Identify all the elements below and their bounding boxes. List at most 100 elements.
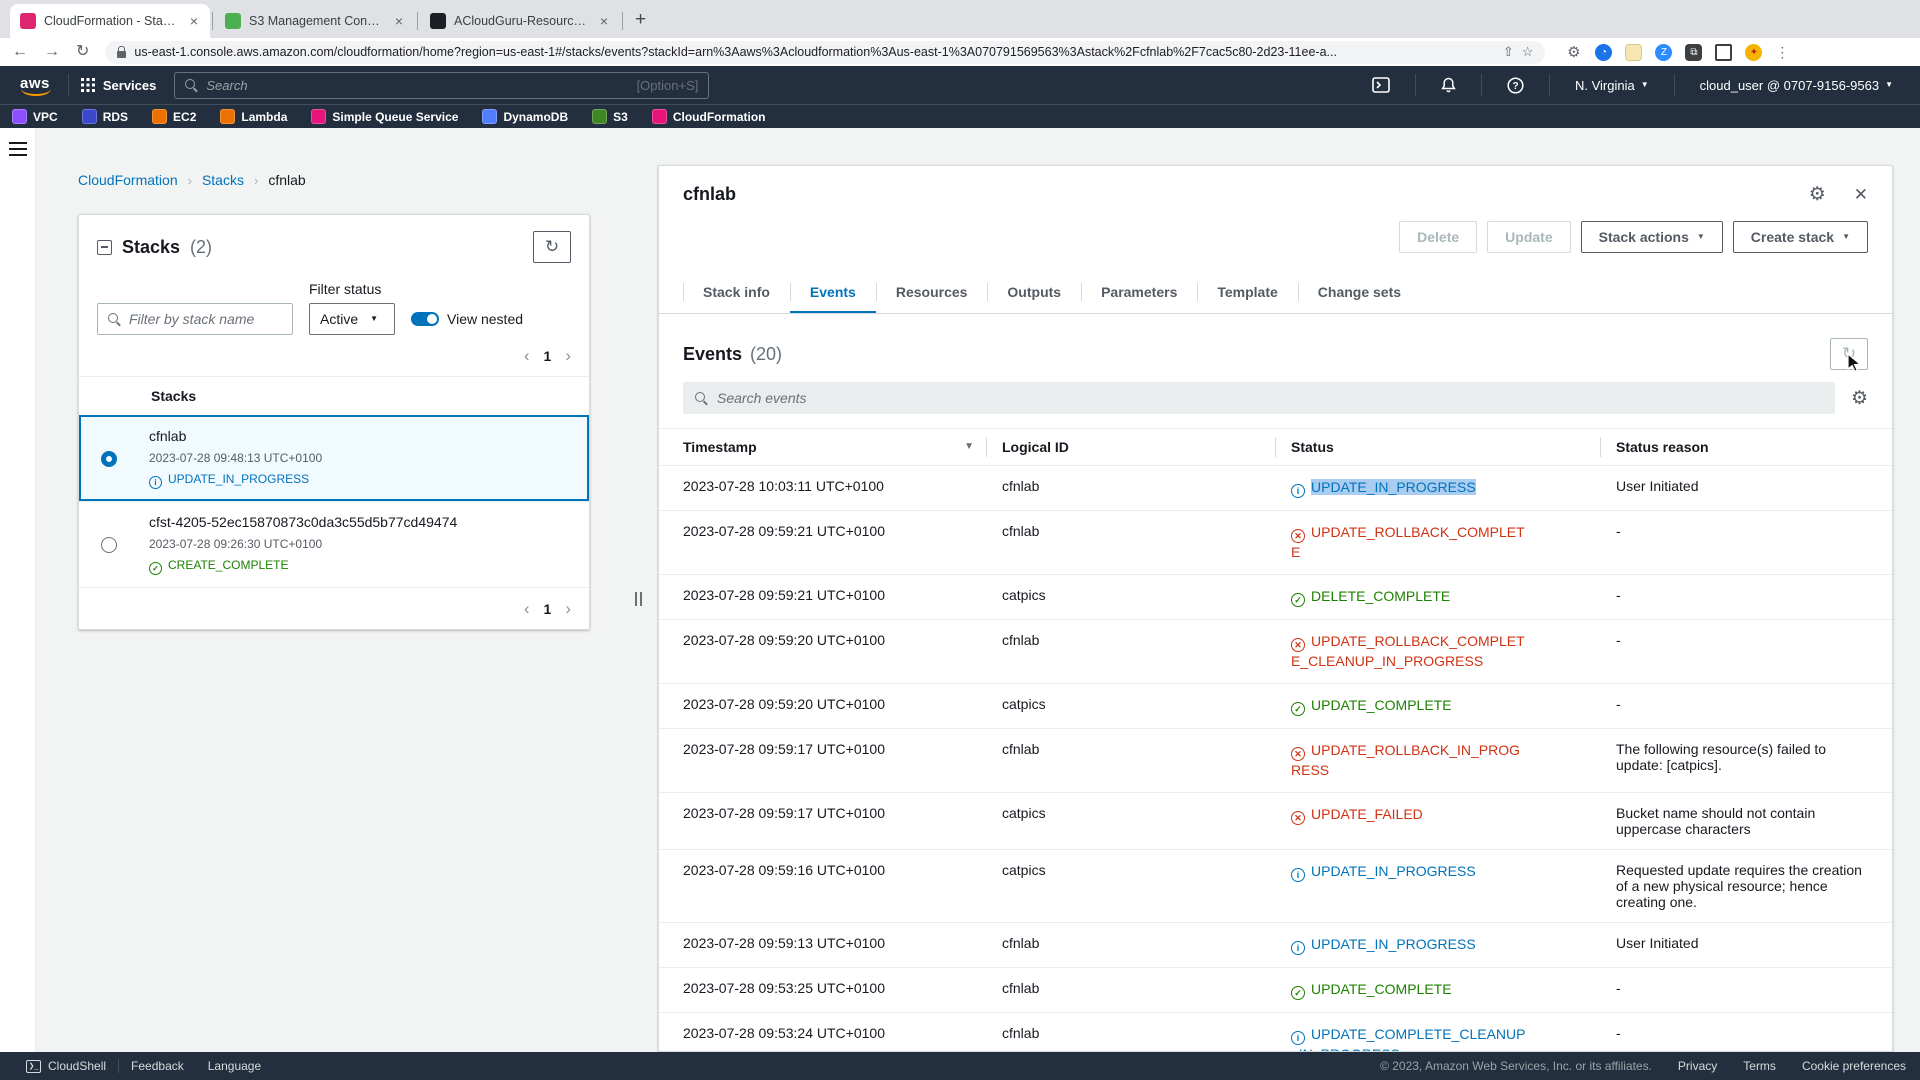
close-icon[interactable]: ✕ <box>1854 185 1868 205</box>
column-header-status-reason[interactable]: Status reason <box>1600 429 1892 465</box>
event-status-link[interactable]: UPDATE_ROLLBACK_IN_PROGRESS <box>1291 742 1520 778</box>
event-status-link[interactable]: UPDATE_COMPLETE <box>1311 697 1452 713</box>
stack-name[interactable]: cfnlab <box>149 428 322 444</box>
favorite-shortcut[interactable]: CloudFormation <box>651 109 765 124</box>
tab[interactable]: Stack info <box>683 273 790 313</box>
service-icon <box>12 109 27 124</box>
stacks-count: (2) <box>190 236 213 257</box>
settings-extension-icon[interactable]: ⚙ <box>1565 44 1582 61</box>
browser-tab[interactable]: S3 Management Console × <box>215 4 415 38</box>
tab[interactable]: Change sets <box>1297 273 1421 313</box>
footer-privacy[interactable]: Privacy <box>1678 1059 1717 1073</box>
help-icon[interactable]: ? <box>1494 76 1537 94</box>
favorite-shortcut[interactable]: DynamoDB <box>482 109 568 124</box>
browser-tab[interactable]: ACloudGuru-Resources/Cours... × <box>420 4 620 38</box>
event-status-link[interactable]: UPDATE_ROLLBACK_COMPLETE <box>1291 524 1525 560</box>
tab-close-icon[interactable]: × <box>188 13 200 29</box>
window-extension-icon[interactable] <box>1715 43 1733 61</box>
stack-filter-input[interactable]: Filter by stack name <box>97 303 293 335</box>
tab[interactable]: Outputs <box>987 273 1081 313</box>
stack-radio[interactable] <box>101 536 117 553</box>
reload-icon[interactable]: ↻ <box>76 44 89 60</box>
event-status-link[interactable]: UPDATE_IN_PROGRESS <box>1311 936 1476 952</box>
blue-circle-extension-icon[interactable]: ◔ <box>1595 43 1613 61</box>
event-status-link[interactable]: DELETE_COMPLETE <box>1311 588 1450 604</box>
favorite-shortcut[interactable]: RDS <box>81 109 128 124</box>
stacks-refresh-button[interactable]: ↻ <box>533 231 571 263</box>
prev-page-icon[interactable]: ‹ <box>524 600 530 617</box>
share-icon[interactable]: ⇧ <box>1503 44 1514 60</box>
stack-list-item[interactable]: cfnlab 2023-07-28 09:48:13 UTC+0100 UPDA… <box>79 415 589 501</box>
browser-tab[interactable]: CloudFormation - Stack cfnlab × <box>10 4 210 38</box>
back-icon[interactable]: ← <box>12 44 28 60</box>
event-status-link[interactable]: UPDATE_IN_PROGRESS <box>1311 479 1476 495</box>
tab[interactable]: Resources <box>875 273 988 313</box>
favorite-shortcut[interactable]: Simple Queue Service <box>311 109 458 124</box>
favorite-shortcut[interactable]: EC2 <box>152 109 196 124</box>
tab[interactable]: Parameters <box>1081 273 1197 313</box>
create-stack-button[interactable]: Create stack ▼ <box>1732 221 1868 253</box>
column-header-timestamp[interactable]: Timestamp ▼ <box>659 429 986 465</box>
event-status-link[interactable]: UPDATE_COMPLETE_CLEANUP_IN_PROGRESS <box>1291 1026 1525 1051</box>
panel-settings-gear-icon[interactable]: ⚙ <box>1809 185 1826 205</box>
stack-radio[interactable] <box>101 450 117 467</box>
region-selector[interactable]: N. Virginia ▼ <box>1562 78 1662 93</box>
breadcrumb-link[interactable]: Stacks <box>202 172 244 188</box>
split-divider[interactable] <box>624 128 658 1052</box>
stack-actions-button[interactable]: Stack actions ▼ <box>1580 221 1723 253</box>
puzzle-extension-icon[interactable]: ⧉ <box>1685 43 1703 61</box>
browser-menu-icon[interactable]: ⋮ <box>1775 45 1789 59</box>
hamburger-menu-icon[interactable] <box>8 142 27 1052</box>
page-number[interactable]: 1 <box>544 348 552 364</box>
tab[interactable]: Events <box>789 273 876 313</box>
cloudshell-icon[interactable] <box>1359 77 1403 93</box>
view-nested-toggle[interactable] <box>411 312 439 326</box>
bookmark-star-icon[interactable]: ☆ <box>1522 44 1534 60</box>
delete-button[interactable]: Delete <box>1399 221 1478 253</box>
event-status-link[interactable]: UPDATE_IN_PROGRESS <box>1311 863 1476 879</box>
footer-cloudshell[interactable]: ❯_ CloudShell <box>14 1059 118 1073</box>
sort-filter-icon[interactable]: ▼ <box>964 441 974 452</box>
zoom-extension-icon[interactable]: Z <box>1655 43 1673 61</box>
tab[interactable]: Template <box>1197 273 1297 313</box>
footer-feedback[interactable]: Feedback <box>119 1059 196 1073</box>
next-page-icon[interactable]: › <box>565 347 571 364</box>
stack-list-item[interactable]: cfst-4205-52ec15870873c0da3c55d5b77cd494… <box>79 501 589 587</box>
event-status-link[interactable]: UPDATE_COMPLETE <box>1311 981 1452 997</box>
services-menu[interactable]: Services <box>80 78 156 93</box>
footer-terms[interactable]: Terms <box>1743 1059 1776 1073</box>
forward-icon[interactable]: → <box>44 44 60 60</box>
page-number[interactable]: 1 <box>544 601 552 617</box>
new-tab-button[interactable]: + <box>635 9 646 31</box>
event-row: 2023-07-28 09:59:20 UTC+0100 catpics UPD… <box>659 684 1892 730</box>
events-refresh-button[interactable]: ↻ <box>1830 338 1868 373</box>
footer-cookie-preferences[interactable]: Cookie preferences <box>1802 1059 1906 1073</box>
column-header-logical-id[interactable]: Logical ID <box>986 429 1275 465</box>
breadcrumb-link[interactable]: CloudFormation <box>78 172 178 188</box>
next-page-icon[interactable]: › <box>565 600 571 617</box>
event-status-link[interactable]: UPDATE_ROLLBACK_COMPLETE_CLEANUP_IN_PROG… <box>1291 633 1525 669</box>
address-bar[interactable]: us-east-1.console.aws.amazon.com/cloudfo… <box>105 40 1546 64</box>
filter-status-select[interactable]: Active ▼ <box>309 303 395 335</box>
notifications-bell-icon[interactable] <box>1428 77 1469 93</box>
tab-close-icon[interactable]: × <box>598 13 610 29</box>
tab-close-icon[interactable]: × <box>393 13 405 29</box>
console-search-input[interactable]: Search [Option+S] <box>174 71 710 99</box>
column-header-status[interactable]: Status <box>1275 429 1600 465</box>
notes-extension-icon[interactable] <box>1625 43 1643 61</box>
collapse-icon[interactable] <box>97 239 112 255</box>
prev-page-icon[interactable]: ‹ <box>524 347 530 364</box>
account-menu[interactable]: cloud_user @ 0707-9156-9563 ▼ <box>1687 78 1906 93</box>
favorite-shortcut[interactable]: S3 <box>592 109 628 124</box>
events-search-input[interactable]: Search events <box>683 382 1835 414</box>
footer-language[interactable]: Language <box>196 1059 273 1073</box>
event-status-link[interactable]: UPDATE_FAILED <box>1311 806 1423 822</box>
favorite-shortcut[interactable]: Lambda <box>220 109 287 124</box>
aws-logo[interactable]: aws <box>14 75 56 96</box>
resize-handle-icon[interactable] <box>635 592 642 606</box>
events-preferences-gear-icon[interactable]: ⚙ <box>1851 389 1868 408</box>
update-button[interactable]: Update <box>1487 221 1571 253</box>
stack-name[interactable]: cfst-4205-52ec15870873c0da3c55d5b77cd494… <box>149 514 457 530</box>
favorite-shortcut[interactable]: VPC <box>12 109 58 124</box>
profile-avatar[interactable]: ✦ <box>1745 43 1763 61</box>
